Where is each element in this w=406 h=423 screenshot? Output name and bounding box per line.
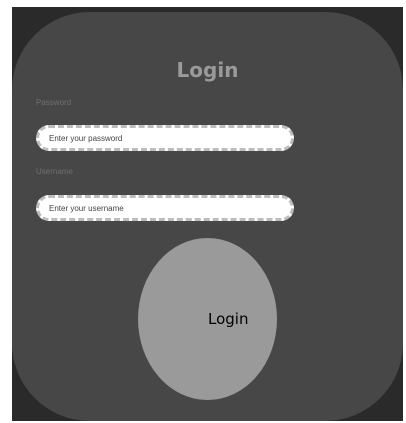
password-label: Password bbox=[36, 98, 72, 107]
login-button[interactable]: Login bbox=[138, 238, 277, 400]
login-card: Login Password Username Login bbox=[12, 12, 403, 421]
password-input[interactable] bbox=[36, 125, 294, 151]
username-label: Username bbox=[36, 167, 73, 176]
login-button-label: Login bbox=[208, 310, 249, 328]
page-title: Login bbox=[176, 58, 239, 82]
username-input[interactable] bbox=[36, 195, 294, 221]
login-window: Login Password Username Login bbox=[12, 7, 403, 421]
